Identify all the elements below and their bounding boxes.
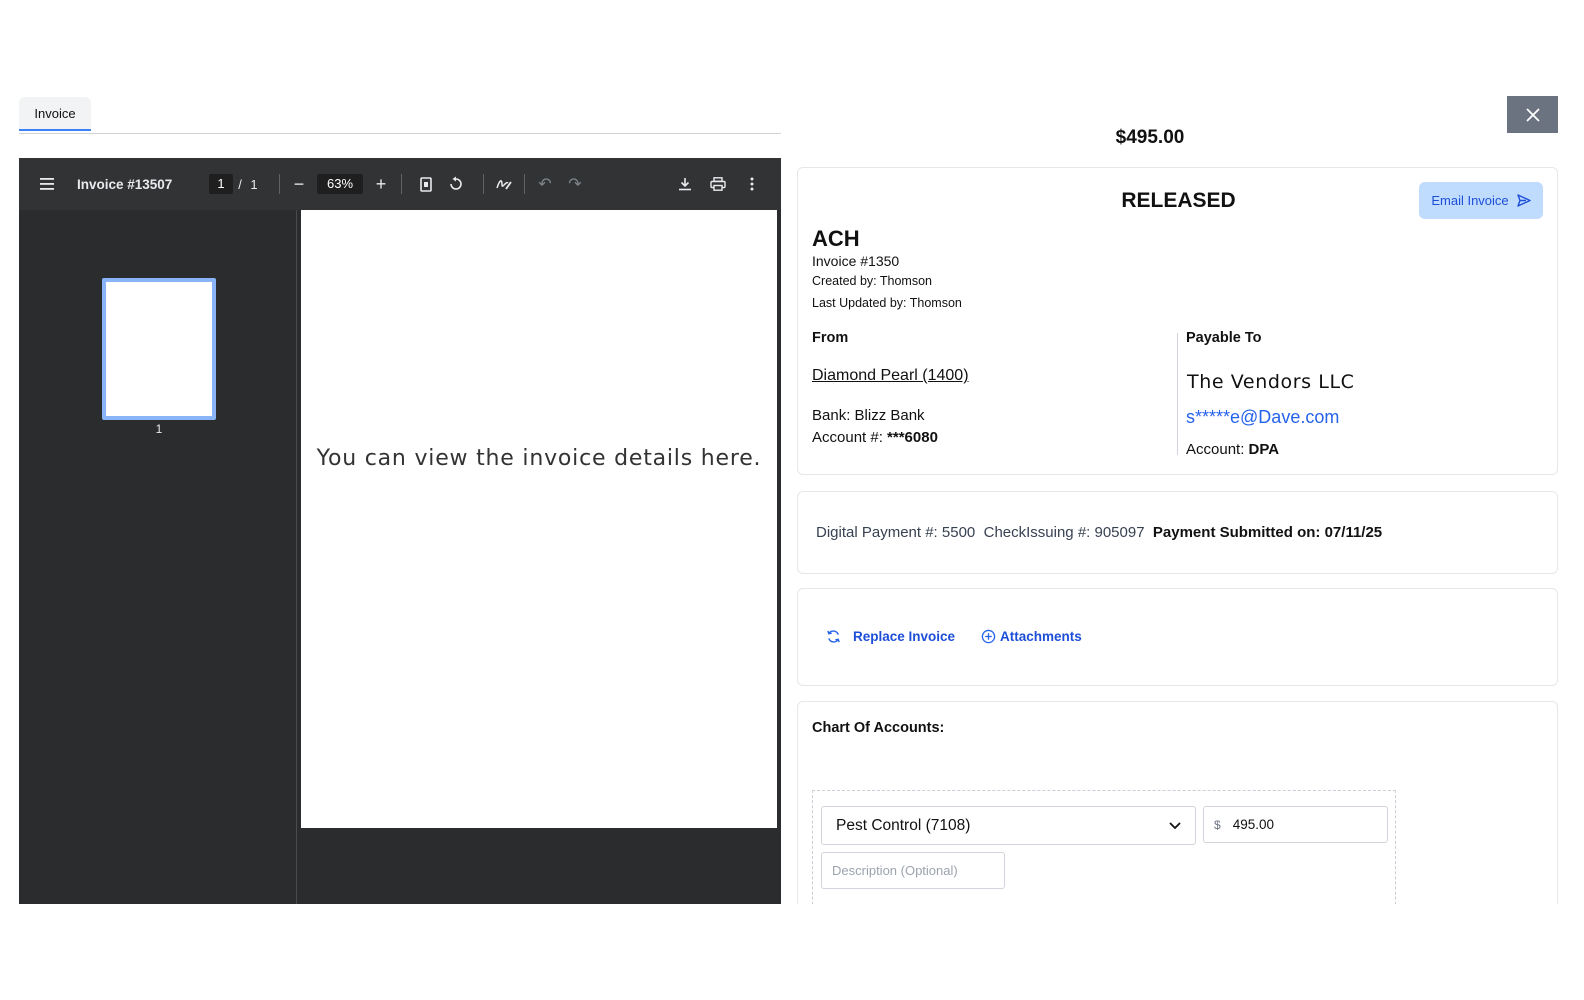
currency-symbol: $: [1214, 817, 1221, 832]
more-options-icon[interactable]: [743, 158, 761, 210]
vendor-account-value: DPA: [1248, 441, 1280, 458]
account-select-value: Pest Control (7108): [836, 816, 971, 834]
page-number-input[interactable]: 1: [209, 174, 233, 194]
attachments-button[interactable]: Attachments: [981, 629, 1082, 644]
amount-value: 495.00: [1232, 817, 1274, 832]
vendor-email-link[interactable]: s*****e@Dave.com: [1186, 407, 1339, 428]
page-thumbnail[interactable]: [102, 278, 216, 420]
thumbnail-page-number: 1: [155, 422, 163, 436]
invoice-number: Invoice #1350: [812, 253, 900, 269]
chevron-down-icon: [1169, 821, 1181, 829]
pdf-body-text: You can view the invoice details here.: [316, 446, 762, 471]
download-icon[interactable]: [676, 158, 694, 210]
page-bottom-area: [0, 904, 1584, 1000]
add-circle-icon: [981, 629, 996, 644]
bank-name: Bank: Blizz Bank: [812, 407, 925, 424]
page-separator: /: [238, 176, 242, 192]
attachments-label: Attachments: [1000, 629, 1082, 644]
close-button[interactable]: [1507, 96, 1558, 133]
check-issuing-number: CheckIssuing #: 905097: [983, 524, 1145, 541]
email-invoice-button[interactable]: Email Invoice: [1419, 182, 1543, 219]
created-by: Created by: Thomson: [812, 274, 932, 288]
redo-icon[interactable]: ↷: [566, 158, 584, 210]
invoice-info-card: RELEASED Email Invoice ACH Invoice #1350…: [797, 167, 1558, 475]
zoom-out-icon[interactable]: −: [291, 158, 307, 210]
rotate-icon[interactable]: [447, 158, 465, 210]
zoom-in-icon[interactable]: +: [373, 158, 389, 210]
payable-to-label: Payable To: [1186, 330, 1262, 346]
from-label: From: [812, 330, 849, 346]
print-icon[interactable]: [709, 158, 727, 210]
payment-method: ACH: [812, 226, 860, 251]
page-total: 1: [250, 176, 258, 192]
annotate-icon[interactable]: [495, 158, 513, 210]
last-updated-by: Last Updated by: Thomson: [812, 296, 962, 310]
description-input[interactable]: Description (Optional): [821, 852, 1005, 889]
tab-invoice[interactable]: Invoice: [19, 97, 91, 131]
replace-invoice-button[interactable]: Replace Invoice: [826, 629, 955, 644]
send-icon: [1516, 194, 1531, 207]
pdf-toolbar: Invoice #13507 1 / 1 − 63% + ↶ ↷: [19, 158, 781, 210]
chart-of-accounts-card: Chart Of Accounts: Pest Control (7108) $…: [797, 701, 1558, 921]
vendor-account-label: Account:: [1186, 441, 1249, 458]
menu-icon[interactable]: [37, 158, 59, 210]
pdf-viewer: Invoice #13507 1 / 1 − 63% + ↶ ↷ 1 You c…: [19, 158, 781, 904]
payment-submitted-date: Payment Submitted on: 07/11/25: [1152, 524, 1383, 541]
actions-card: Replace Invoice Attachments: [797, 588, 1558, 686]
chart-of-accounts-title: Chart Of Accounts:: [812, 720, 945, 736]
account-select[interactable]: Pest Control (7108): [821, 806, 1196, 845]
payment-details: Digital Payment #: 5500 CheckIssuing #: …: [816, 524, 1382, 541]
email-invoice-label: Email Invoice: [1431, 193, 1509, 208]
toolbar-divider: [524, 174, 525, 194]
toolbar-divider: [279, 174, 280, 194]
vendor-name: The Vendors LLC: [1187, 371, 1355, 393]
vendor-account: Account: DPA: [1186, 441, 1279, 458]
digital-payment-number: Digital Payment #: 5500: [816, 524, 976, 541]
pdf-title: Invoice #13507: [77, 176, 173, 192]
from-account-link[interactable]: Diamond Pearl (1400): [812, 367, 969, 385]
undo-icon[interactable]: ↶: [536, 158, 554, 210]
refresh-icon: [827, 630, 840, 643]
payment-info-card: Digital Payment #: 5500 CheckIssuing #: …: [797, 491, 1558, 574]
invoice-amount: $495.00: [1115, 127, 1185, 148]
replace-invoice-label: Replace Invoice: [853, 629, 956, 644]
account-number: Account #: ***6080: [812, 429, 938, 446]
toolbar-divider: [401, 174, 402, 194]
toolbar-divider: [483, 174, 484, 194]
fit-page-icon[interactable]: [417, 158, 435, 210]
account-number-label: Account #:: [812, 429, 888, 446]
account-number-value: ***6080: [887, 429, 938, 446]
close-icon: [1525, 107, 1540, 122]
pdf-page: You can view the invoice details here.: [301, 210, 777, 828]
amount-input[interactable]: $ 495.00: [1203, 806, 1388, 843]
account-allocation-row: Pest Control (7108) $ 495.00 Description…: [812, 790, 1396, 920]
zoom-input[interactable]: 63%: [317, 174, 363, 194]
thumbnail-sidebar: 1: [19, 210, 297, 904]
vertical-divider: [1177, 333, 1178, 455]
tab-underline: [19, 133, 781, 134]
